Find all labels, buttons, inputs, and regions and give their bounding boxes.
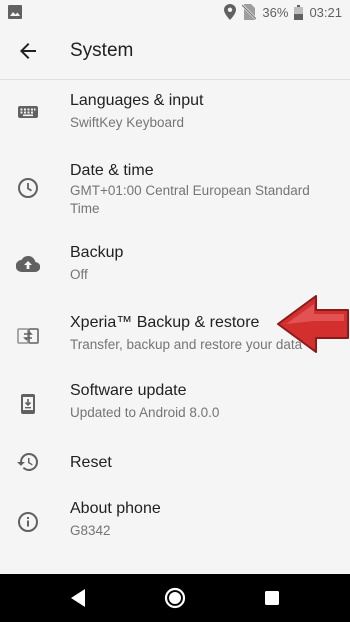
- settings-item-summary: Off: [70, 267, 88, 282]
- back-arrow-icon[interactable]: [16, 39, 40, 63]
- info-icon: [16, 510, 40, 534]
- no-sim-icon: [242, 4, 257, 20]
- location-icon: [224, 4, 237, 20]
- settings-item-label: Reset: [70, 454, 112, 471]
- settings-item-about-phone[interactable]: About phone G8342: [0, 490, 350, 554]
- recents-square-icon[interactable]: [260, 586, 284, 610]
- app-bar: System: [0, 24, 350, 80]
- settings-item-reset[interactable]: Reset: [0, 440, 350, 488]
- navigation-bar: [0, 574, 350, 622]
- red-arrow-icon: [276, 294, 350, 354]
- reset-icon: [16, 450, 40, 474]
- clock-time: 03:21: [309, 4, 342, 20]
- settings-item-summary: Updated to Android 8.0.0: [70, 405, 220, 420]
- settings-item-summary: G8342: [70, 523, 111, 538]
- status-icons: 36% 03:21: [224, 0, 342, 24]
- settings-item-backup[interactable]: Backup Off: [0, 232, 350, 296]
- phone-download-icon: [16, 392, 40, 416]
- settings-item-summary: SwiftKey Keyboard: [70, 115, 185, 130]
- settings-item-languages[interactable]: Languages & input SwiftKey Keyboard: [0, 80, 350, 144]
- cloud-upload-icon: [15, 252, 41, 276]
- battery-icon: [294, 4, 304, 20]
- home-circle-icon[interactable]: [163, 586, 187, 610]
- back-triangle-icon[interactable]: [66, 586, 90, 610]
- keyboard-icon: [16, 100, 40, 124]
- image-notification-icon: [8, 5, 22, 19]
- transfer-icon: [16, 324, 40, 348]
- settings-item-date-time[interactable]: Date & time GMT+01:00 Central European S…: [0, 152, 350, 224]
- settings-item-label: Backup: [70, 244, 124, 261]
- settings-item-label: Software update: [70, 382, 187, 399]
- page-title: System: [70, 40, 134, 61]
- settings-item-summary: GMT+01:00 Central European Standard Time: [70, 183, 310, 216]
- settings-item-label: About phone: [70, 500, 161, 517]
- clock-icon: [16, 176, 40, 200]
- settings-item-software-update[interactable]: Software update Updated to Android 8.0.0: [0, 372, 350, 436]
- status-bar: 36% 03:21: [0, 0, 350, 24]
- settings-item-label: Languages & input: [70, 92, 204, 109]
- battery-percent: 36%: [262, 4, 289, 20]
- settings-item-label: Xperia™ Backup & restore: [70, 314, 260, 331]
- settings-item-label: Date & time: [70, 162, 154, 179]
